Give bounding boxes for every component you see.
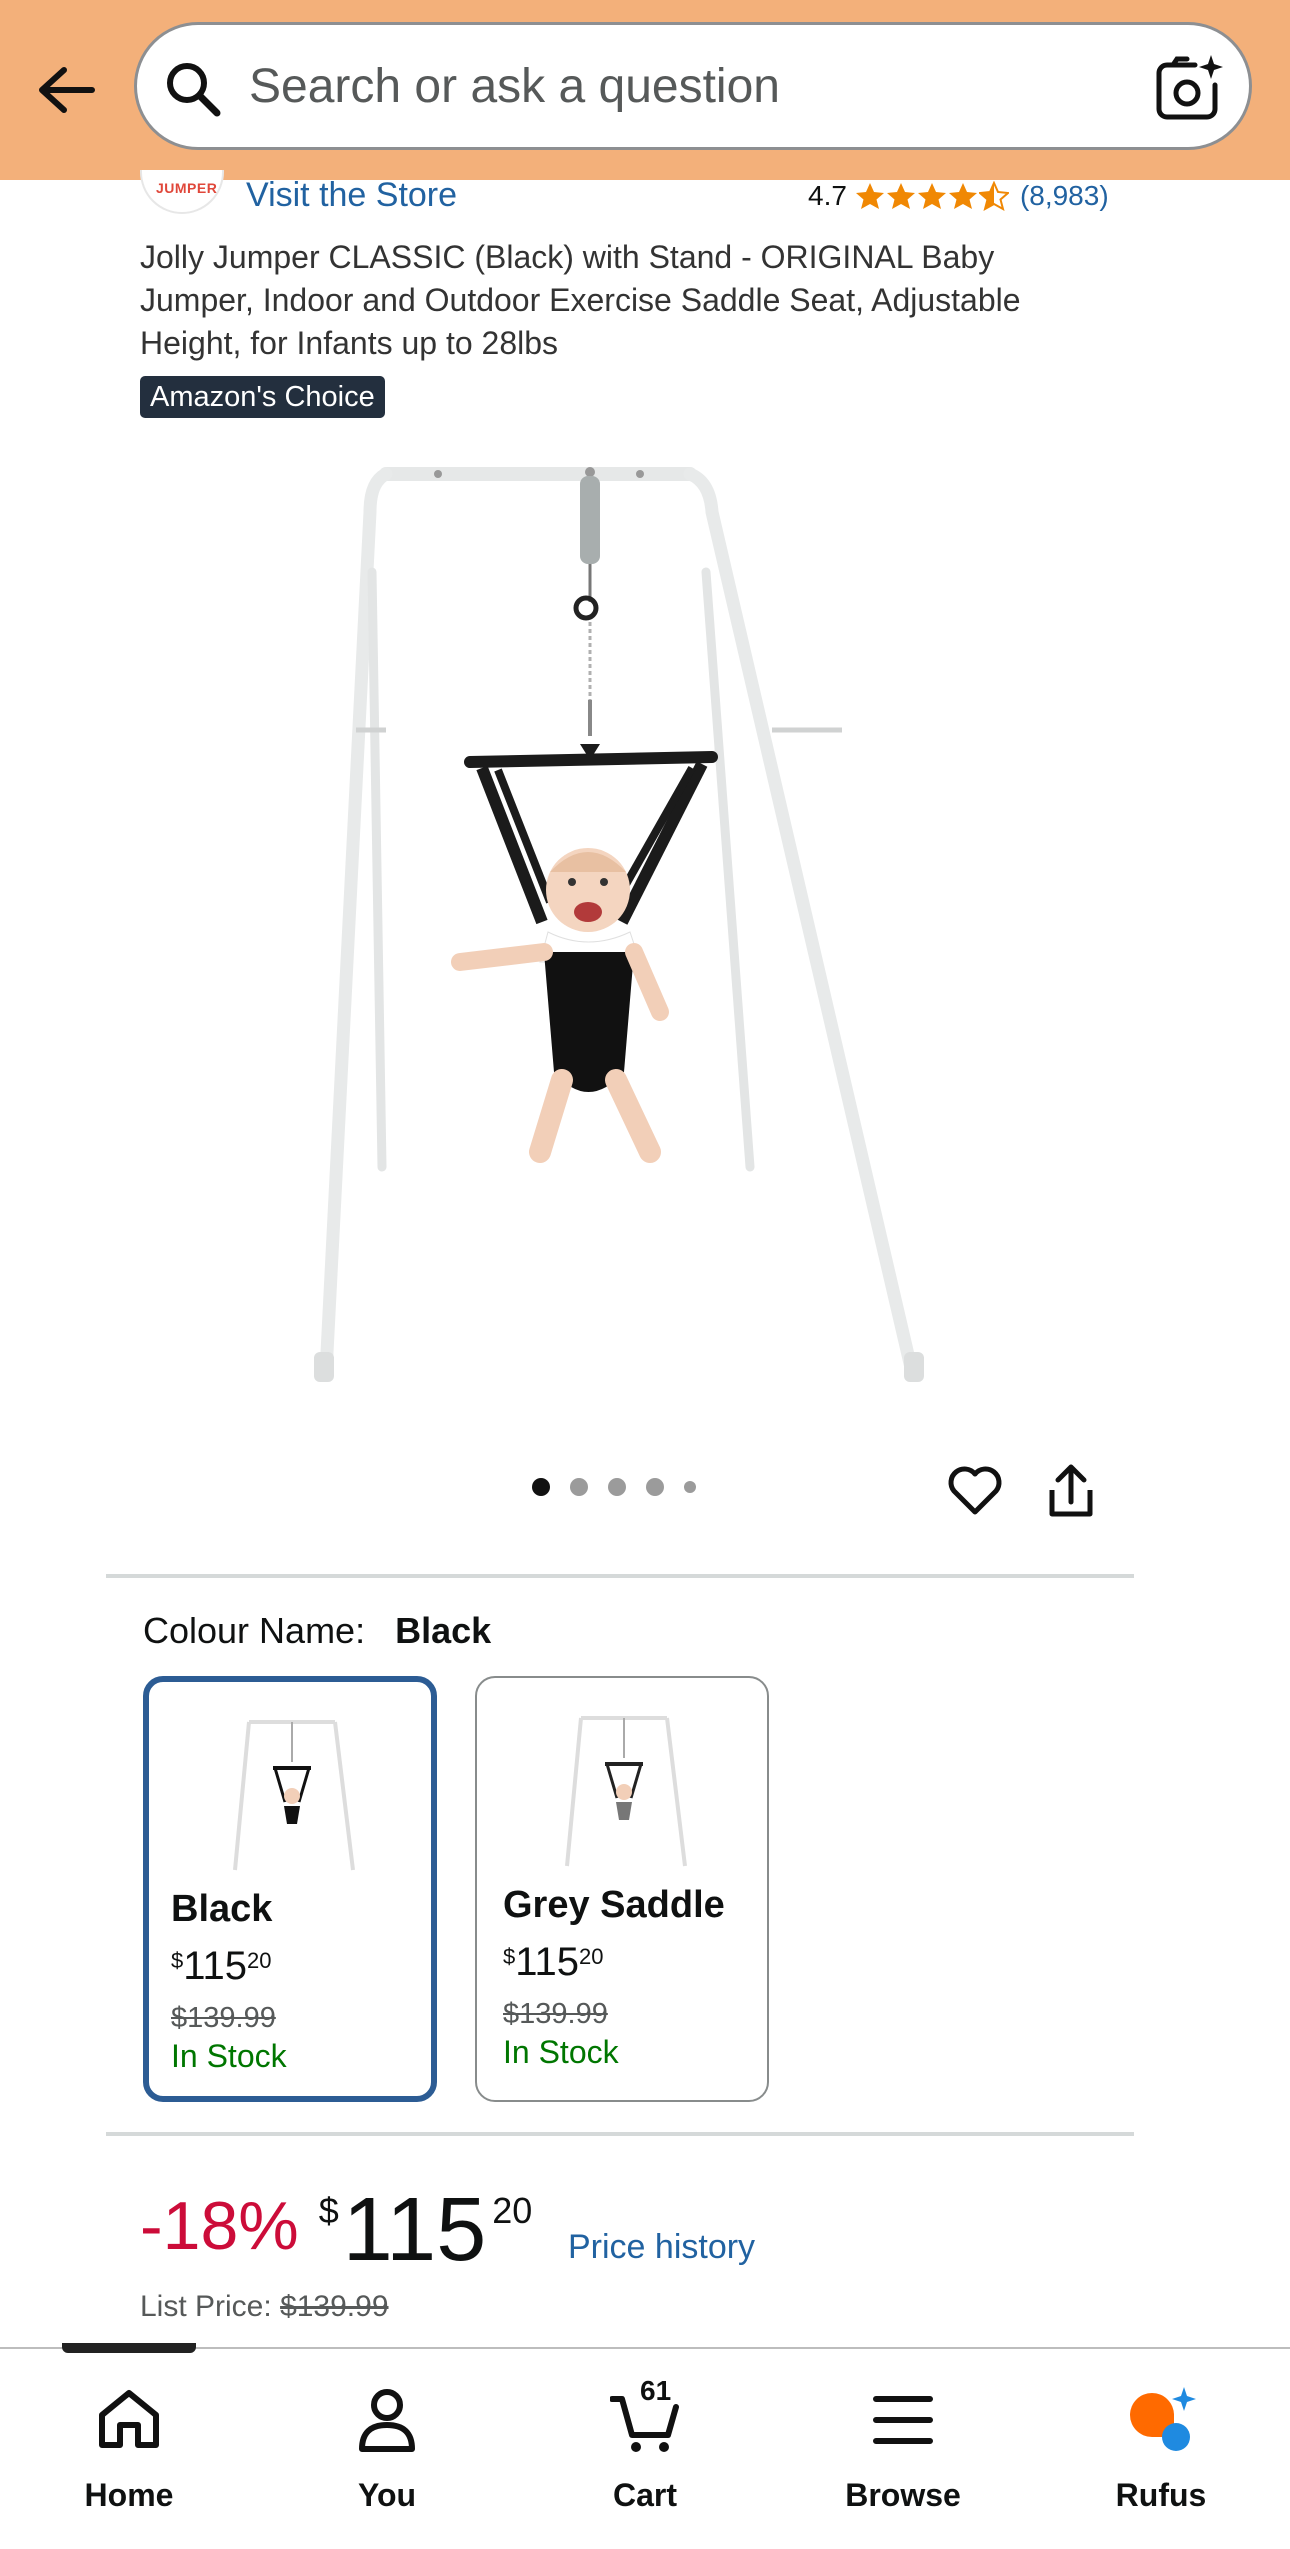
section-divider [106,1574,1134,1578]
nav-you[interactable]: You [258,2349,516,2549]
search-input[interactable]: Search or ask a question [249,55,780,119]
heart-icon[interactable] [946,1462,1004,1520]
price-symbol: $ [318,2190,339,2231]
swatch-thumbnail [565,1716,687,1867]
amazons-choice-badge[interactable]: Amazon's Choice [140,376,385,418]
rating-summary[interactable]: 4.7 (8,983) [808,180,1109,212]
store-logo[interactable]: JUMPER [140,170,224,214]
price-whole: 115 [342,2180,487,2280]
price-fraction: 20 [247,1948,272,1973]
nav-label: Home [84,2477,174,2513]
star-full-icon [948,183,977,209]
nav-rufus[interactable]: Rufus [1032,2349,1290,2549]
nav-cart[interactable]: 61 Cart [516,2349,774,2549]
back-arrow-icon [39,67,95,113]
colour-option-grey-saddle[interactable]: Grey Saddle $ 115 20 $139.99 In Stock [475,1676,769,2102]
home-icon [99,2390,159,2448]
star-full-icon [917,183,946,209]
bottom-navigation: Home You 61 Cart Browse Rufus [0,2343,1290,2549]
list-price: List Price: $139.99 [140,2290,389,2324]
swatch-stock-status: In Stock [171,2038,287,2074]
share-icon[interactable] [1044,1462,1098,1520]
star-half-icon [978,181,1009,211]
carousel-dot[interactable] [684,1481,696,1493]
nav-label: Rufus [1115,2477,1207,2513]
person-icon [359,2389,415,2452]
product-image[interactable] [300,452,940,1392]
colour-name-row: Colour Name: Black [143,1610,491,1652]
search-bar[interactable]: Search or ask a question [134,22,1252,150]
price-fraction: 20 [579,1944,604,1969]
swatch-price: $ 115 20 [171,1944,272,1988]
nav-home[interactable]: Home [0,2349,258,2549]
colour-selected-value: Black [395,1610,492,1651]
list-price-label: List Price: [140,2290,272,2323]
price-symbol: $ [503,1944,516,1969]
carousel-dot[interactable] [646,1478,664,1496]
price-history-link[interactable]: Price history [568,2228,755,2267]
price-display: -18% $ 115 20 [140,2178,532,2282]
price-fraction: 20 [492,2190,533,2231]
swatch-thumbnail [233,1720,355,1871]
rufus-icon [1130,2387,1196,2451]
colour-option-black[interactable]: Black $ 115 20 $139.99 In Stock [143,1676,437,2102]
baby-jumper-illustration [314,467,924,1382]
menu-icon [873,2396,933,2444]
camera-lens-icon[interactable] [1151,53,1223,125]
price-symbol: $ [171,1948,184,1973]
cart-count-badge: 61 [640,2375,672,2406]
list-price-value: $139.99 [280,2290,389,2323]
carousel-dot[interactable] [608,1478,626,1496]
carousel-dot-active[interactable] [532,1478,550,1496]
search-icon [167,63,221,117]
star-full-icon [855,183,884,209]
top-header: Search or ask a question [0,0,1290,180]
nav-label: Cart [612,2477,677,2513]
star-rating [855,181,1010,211]
carousel-dot[interactable] [570,1478,588,1496]
swatch-price: $ 115 20 [503,1940,604,1984]
back-button[interactable] [30,50,102,130]
store-logo-text: JUMPER [156,180,218,196]
rating-count-link[interactable]: (8,983) [1020,180,1109,212]
swatch-name: Grey Saddle [503,1884,725,1926]
nav-label: You [357,2477,417,2513]
price-whole: 115 [183,1944,248,1988]
visit-store-link[interactable]: Visit the Store [246,176,457,215]
swatch-list-price: $139.99 [171,2002,276,2034]
rating-value: 4.7 [808,180,847,211]
nav-label: Browse [845,2477,961,2513]
swatch-name: Black [171,1888,273,1930]
price-whole: 115 [515,1940,580,1984]
swatch-list-price: $139.99 [503,1998,608,2030]
star-full-icon [886,183,915,209]
image-carousel-dots[interactable] [532,1478,716,1496]
swatch-stock-status: In Stock [503,2034,619,2070]
store-logo-circle: JUMPER [140,170,224,214]
colour-label: Colour Name: [143,1610,366,1651]
product-title: Jolly Jumper CLASSIC (Black) with Stand … [140,239,1021,361]
section-divider [106,2132,1134,2136]
discount-percent: -18% [140,2188,299,2264]
nav-browse[interactable]: Browse [774,2349,1032,2549]
